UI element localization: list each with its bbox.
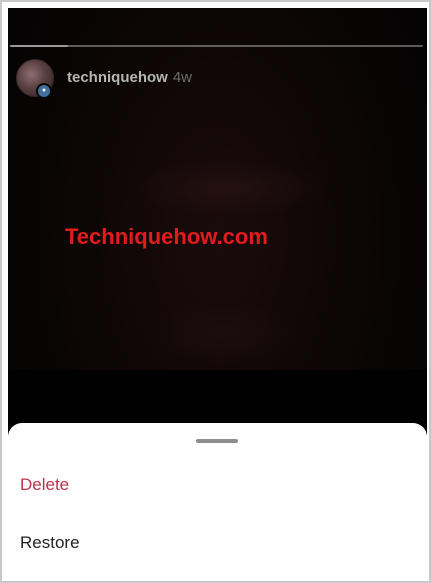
story-header: techniquehow 4w xyxy=(67,69,192,87)
story-media-bottom-band xyxy=(8,370,427,430)
bottom-sheet: Delete Restore xyxy=(8,423,427,579)
delete-option[interactable]: Delete xyxy=(20,474,69,496)
screenshot-frame: ● techniquehow 4w Techniquehow.com Delete… xyxy=(0,0,431,583)
story-media-blur-bottom xyxy=(148,298,298,368)
sheet-drag-handle[interactable] xyxy=(196,439,238,443)
story-username[interactable]: techniquehow xyxy=(67,69,168,86)
story-progress-fill xyxy=(10,45,68,47)
watermark-text: Techniquehow.com xyxy=(65,224,268,249)
story-media-blur-top xyxy=(128,158,328,218)
restore-option[interactable]: Restore xyxy=(20,532,80,554)
story-posted-time: 4w xyxy=(172,69,193,86)
story-progress-bar xyxy=(10,45,423,47)
profile-badge-icon: ● xyxy=(36,83,52,99)
